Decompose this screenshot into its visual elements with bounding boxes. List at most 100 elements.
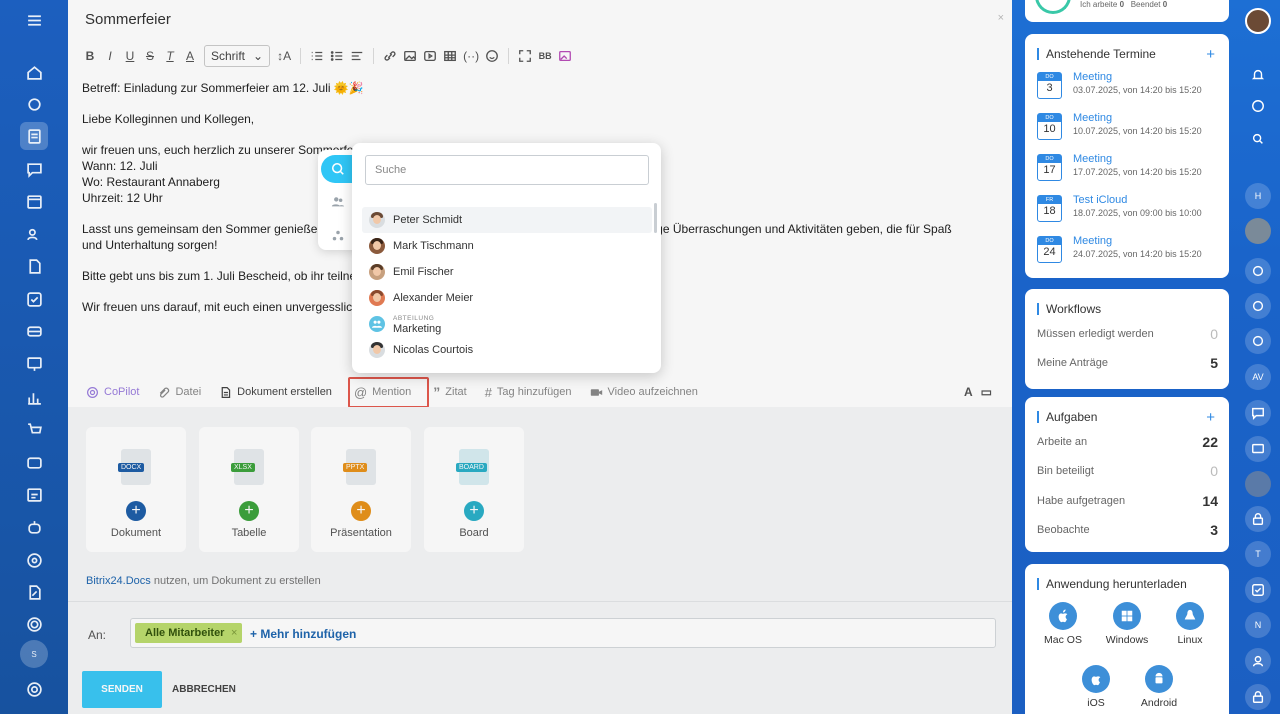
numbered-list-icon[interactable] <box>307 45 327 67</box>
contact-avatar[interactable] <box>1245 218 1271 244</box>
download-windows[interactable]: Windows <box>1097 602 1157 646</box>
contact-avatar-n[interactable]: N <box>1245 612 1271 638</box>
record-video-button[interactable]: Video aufzeichnen <box>590 386 698 399</box>
download-android[interactable]: Android <box>1129 665 1189 709</box>
mention-item[interactable]: Emil Fischer <box>362 259 652 285</box>
add-task-button[interactable]: + <box>1206 409 1215 426</box>
analytics-icon[interactable] <box>0 383 68 411</box>
create-document-card[interactable]: DOCX + Dokument <box>86 427 186 552</box>
contact-avatar[interactable] <box>1245 471 1271 497</box>
appointment-item[interactable]: DO 10 Meeting 10.07.2025, von 14:20 bis 15:… <box>1037 112 1227 149</box>
contact-avatar-h[interactable]: H <box>1245 183 1271 209</box>
bold-button[interactable]: B <box>80 45 100 67</box>
notifications-icon[interactable] <box>1245 62 1271 88</box>
mention-item[interactable]: Peter Schmidt <box>362 207 652 233</box>
tasks-icon[interactable] <box>0 285 68 313</box>
mention-item[interactable]: Mark Tischmann <box>362 233 652 259</box>
tab-recent[interactable] <box>321 155 355 183</box>
add-more-recipients-link[interactable]: + Mehr hinzufügen <box>250 627 356 641</box>
text-color-button[interactable]: A <box>180 45 200 67</box>
cancel-button[interactable]: ABBRECHEN <box>172 684 236 695</box>
group-chat-icon[interactable] <box>1245 648 1271 674</box>
lock-icon[interactable] <box>1245 684 1271 710</box>
documents-icon[interactable] <box>0 252 68 280</box>
task-row[interactable]: Habe aufgetragen 14 <box>1037 493 1218 509</box>
recipients-field[interactable]: Alle Mitarbeiter × + Mehr hinzufügen <box>130 618 996 648</box>
task-row[interactable]: Arbeite an 22 <box>1037 434 1218 450</box>
quote-button[interactable]: ” Zitat <box>433 384 466 400</box>
goals-icon[interactable] <box>0 546 68 574</box>
tab-departments[interactable] <box>321 222 355 250</box>
shop-icon[interactable] <box>0 415 68 443</box>
task-chat-icon[interactable] <box>1245 577 1271 603</box>
mention-item[interactable]: Nicolas Courtois <box>362 337 652 363</box>
workflow-row[interactable]: Müssen erledigt werden 0 <box>1037 326 1218 342</box>
menu-icon[interactable] <box>0 6 68 34</box>
font-format-button[interactable]: A <box>964 385 973 399</box>
channel-icon[interactable] <box>1245 328 1271 354</box>
download-linux[interactable]: Linux <box>1160 602 1220 646</box>
recipient-tag[interactable]: Alle Mitarbeiter × <box>135 623 243 643</box>
channel-icon[interactable] <box>1245 293 1271 319</box>
underline-button[interactable]: U <box>120 45 140 67</box>
user-avatar[interactable] <box>1245 8 1271 34</box>
bullet-list-icon[interactable] <box>327 45 347 67</box>
drive-icon[interactable] <box>0 317 68 345</box>
workflow-row[interactable]: Meine Anträge 5 <box>1037 355 1218 371</box>
mention-search-input[interactable]: Suche <box>365 155 649 185</box>
link-icon[interactable] <box>380 45 400 67</box>
appointment-item[interactable]: DO 24 Meeting 24.07.2025, von 14:20 bis 15:… <box>1037 235 1227 272</box>
contact-avatar-t[interactable]: T <box>1245 541 1271 567</box>
tab-employees[interactable] <box>321 188 355 216</box>
search-icon[interactable] <box>1245 126 1271 152</box>
feed-icon[interactable] <box>0 122 68 150</box>
image-icon[interactable] <box>400 45 420 67</box>
copilot-icon[interactable] <box>0 90 68 118</box>
bbcode-button[interactable]: BB <box>535 45 555 67</box>
appointment-item[interactable]: DO 17 Meeting 17.07.2025, von 14:20 bis 15:… <box>1037 153 1227 190</box>
emoji-icon[interactable] <box>482 45 502 67</box>
bot-icon[interactable] <box>0 513 68 541</box>
send-button[interactable]: SENDEN <box>82 671 162 708</box>
ai-image-icon[interactable] <box>555 45 575 67</box>
settings-icon[interactable] <box>0 675 68 703</box>
create-spreadsheet-card[interactable]: XLSX + Tabelle <box>199 427 299 552</box>
clear-format-button[interactable]: T <box>160 45 180 67</box>
align-icon[interactable] <box>347 45 367 67</box>
home-icon[interactable] <box>0 58 68 86</box>
contact-avatar-av[interactable]: AV <box>1245 364 1271 390</box>
create-presentation-card[interactable]: PPTX + Präsentation <box>311 427 411 552</box>
add-appointment-button[interactable]: + <box>1206 46 1215 63</box>
video-icon[interactable] <box>420 45 440 67</box>
download-ios[interactable]: iOS <box>1066 665 1126 709</box>
channel-icon[interactable] <box>1245 258 1271 284</box>
fullscreen-icon[interactable] <box>515 45 535 67</box>
mention-item-department[interactable]: ABTEILUNG Marketing <box>362 311 652 337</box>
code-icon[interactable]: (··) <box>460 45 482 67</box>
table-icon[interactable] <box>440 45 460 67</box>
download-macos[interactable]: Mac OS <box>1033 602 1093 646</box>
sites-badge[interactable]: S <box>0 640 68 668</box>
file-button[interactable]: Datei <box>157 386 201 399</box>
schedule-icon[interactable] <box>0 480 68 508</box>
copilot-chat-icon[interactable] <box>1245 93 1271 119</box>
presentation-chat-icon[interactable] <box>1245 436 1271 462</box>
appointment-item[interactable]: FR 18 Test iCloud 18.07.2025, von 09:00 bis… <box>1037 194 1227 231</box>
mention-list-scrollbar[interactable] <box>654 203 657 233</box>
font-size-button[interactable]: ↕A <box>274 45 294 67</box>
italic-button[interactable]: I <box>100 45 120 67</box>
task-row[interactable]: Bin beteiligt 0 <box>1037 463 1218 479</box>
copilot-button[interactable]: CoPilot <box>86 386 139 399</box>
remove-recipient-icon[interactable]: × <box>231 623 237 643</box>
chat-icon[interactable] <box>0 155 68 183</box>
font-select[interactable]: Schrift ⌄ <box>204 45 271 67</box>
create-document-button[interactable]: Dokument erstellen <box>219 386 332 399</box>
mention-button[interactable]: @ Mention <box>347 376 430 408</box>
mention-item[interactable]: Alexander Meier <box>362 285 652 311</box>
close-icon[interactable]: × <box>998 12 1004 24</box>
strikethrough-button[interactable]: S <box>140 45 160 67</box>
appointment-item[interactable]: DO 3 Meeting 03.07.2025, von 14:20 bis 15:2… <box>1037 71 1227 108</box>
task-row[interactable]: Beobachte 3 <box>1037 522 1218 538</box>
panel-toggle-icon[interactable]: ▭ <box>981 385 992 399</box>
calendar-icon[interactable] <box>0 187 68 215</box>
